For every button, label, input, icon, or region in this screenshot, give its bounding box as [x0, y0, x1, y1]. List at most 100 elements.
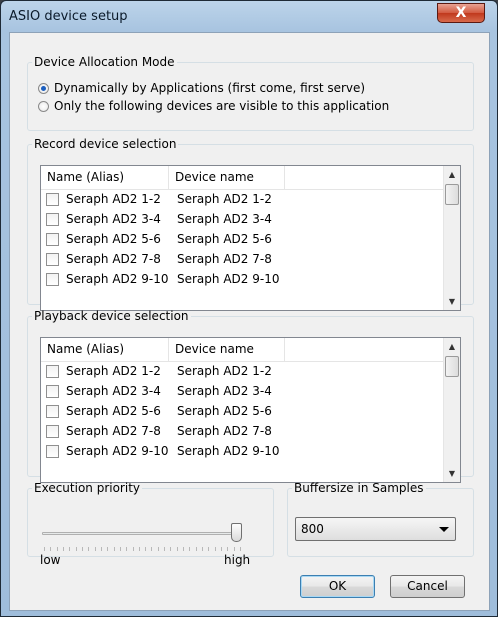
playback-scrollbar[interactable]: ▲ ▼ [443, 338, 460, 482]
radio-dynamic[interactable]: Dynamically by Applications (first come,… [38, 80, 365, 96]
record-row-alias: Seraph AD2 5-6 [66, 232, 161, 246]
priority-high-label: high [224, 553, 251, 567]
playback-row-device: Seraph AD2 3-4 [177, 384, 272, 398]
playback-row-device: Seraph AD2 5-6 [177, 404, 272, 418]
scroll-down-icon[interactable]: ▼ [444, 293, 460, 310]
buffersize-legend: Buffersize in Samples [294, 481, 424, 495]
record-scrollbar[interactable]: ▲ ▼ [443, 166, 460, 310]
slider-tick [107, 547, 109, 551]
playback-row[interactable]: Seraph AD2 7-8 Seraph AD2 7-8 [41, 422, 441, 441]
record-row[interactable]: Seraph AD2 3-4 Seraph AD2 3-4 [41, 210, 441, 229]
priority-slider-track[interactable] [42, 532, 242, 535]
playback-row-checkbox[interactable] [46, 425, 59, 438]
playback-row-checkbox[interactable] [46, 445, 59, 458]
slider-tick [233, 547, 235, 551]
playback-row[interactable]: Seraph AD2 3-4 Seraph AD2 3-4 [41, 382, 441, 401]
record-row[interactable]: Seraph AD2 1-2 Seraph AD2 1-2 [41, 190, 441, 209]
buffersize-value: 800 [301, 522, 324, 536]
slider-tick [81, 547, 83, 551]
playback-row-alias: Seraph AD2 1-2 [66, 364, 161, 378]
record-row-device: Seraph AD2 9-10 [177, 272, 280, 286]
record-list-header: Name (Alias) Device name [41, 166, 460, 190]
playback-row-alias: Seraph AD2 5-6 [66, 404, 161, 418]
record-row-checkbox[interactable] [46, 193, 59, 206]
slider-tick [132, 547, 134, 551]
slider-tick [227, 547, 229, 551]
scroll-up-icon[interactable]: ▲ [444, 166, 460, 183]
slider-tick [44, 547, 45, 551]
slider-tick [195, 547, 197, 551]
radio-only-following-indicator[interactable] [38, 100, 49, 112]
scroll-thumb[interactable] [445, 356, 459, 377]
radio-only-following[interactable]: Only the following devices are visible t… [38, 98, 389, 114]
playback-col-alias[interactable]: Name (Alias) [41, 338, 169, 361]
slider-tick [214, 547, 216, 551]
priority-low-label: low [40, 553, 61, 567]
record-device-legend: Record device selection [34, 137, 177, 151]
playback-row[interactable]: Seraph AD2 9-10 Seraph AD2 9-10 [41, 442, 441, 461]
playback-row-checkbox[interactable] [46, 405, 59, 418]
slider-tick [100, 547, 102, 551]
playback-row-alias: Seraph AD2 3-4 [66, 384, 161, 398]
slider-tick [202, 547, 204, 551]
record-row-checkbox[interactable] [46, 233, 59, 246]
slider-tick [208, 547, 210, 551]
record-device-group: Record device selection Name (Alias) Dev… [27, 137, 474, 311]
record-row[interactable]: Seraph AD2 7-8 Seraph AD2 7-8 [41, 250, 441, 269]
slider-tick [56, 547, 58, 551]
record-row-alias: Seraph AD2 9-10 [66, 272, 169, 286]
playback-device-list[interactable]: Name (Alias) Device name Seraph AD2 1-2 … [40, 337, 461, 483]
playback-row-device: Seraph AD2 9-10 [177, 444, 280, 458]
record-device-list[interactable]: Name (Alias) Device name Seraph AD2 1-2 … [40, 165, 461, 311]
scroll-thumb[interactable] [445, 184, 459, 205]
record-row-alias: Seraph AD2 1-2 [66, 192, 161, 206]
scroll-down-icon[interactable]: ▼ [444, 465, 460, 482]
radio-dynamic-label: Dynamically by Applications (first come,… [54, 81, 366, 95]
ok-button[interactable]: OK [300, 575, 375, 598]
close-button[interactable]: X [437, 3, 485, 23]
close-icon: X [455, 5, 467, 21]
record-col-alias[interactable]: Name (Alias) [41, 166, 169, 189]
slider-tick [69, 547, 71, 551]
slider-tick [88, 547, 90, 551]
radio-only-following-label: Only the following devices are visible t… [54, 99, 390, 113]
scroll-up-icon[interactable]: ▲ [444, 338, 460, 355]
chevron-down-icon[interactable] [439, 527, 449, 532]
cancel-button[interactable]: Cancel [390, 575, 465, 598]
record-row[interactable]: Seraph AD2 9-10 Seraph AD2 9-10 [41, 270, 441, 289]
slider-tick [176, 547, 178, 551]
playback-row-alias: Seraph AD2 7-8 [66, 424, 161, 438]
record-row-alias: Seraph AD2 7-8 [66, 252, 161, 266]
playback-row-alias: Seraph AD2 9-10 [66, 444, 169, 458]
slider-tick [50, 547, 52, 551]
playback-row-checkbox[interactable] [46, 365, 59, 378]
dialog-client: Device Allocation Mode Dynamically by Ap… [9, 32, 490, 611]
slider-tick [170, 547, 172, 551]
slider-tick [94, 547, 96, 551]
record-row-device: Seraph AD2 5-6 [177, 232, 272, 246]
slider-tick [75, 547, 77, 551]
playback-row[interactable]: Seraph AD2 1-2 Seraph AD2 1-2 [41, 362, 441, 381]
playback-device-group: Playback device selection Name (Alias) D… [27, 309, 474, 483]
allocation-mode-group: Device Allocation Mode Dynamically by Ap… [27, 55, 474, 131]
record-row[interactable]: Seraph AD2 5-6 Seraph AD2 5-6 [41, 230, 441, 249]
allocation-mode-legend: Device Allocation Mode [34, 55, 175, 69]
title-bar[interactable]: ASIO device setup X [1, 1, 497, 33]
buffersize-select[interactable]: 800 [295, 517, 456, 541]
record-row-checkbox[interactable] [46, 253, 59, 266]
playback-row-checkbox[interactable] [46, 385, 59, 398]
playback-col-device[interactable]: Device name [169, 338, 285, 361]
slider-tick [62, 547, 64, 551]
record-col-device[interactable]: Device name [169, 166, 285, 189]
playback-row[interactable]: Seraph AD2 5-6 Seraph AD2 5-6 [41, 402, 441, 421]
window-title: ASIO device setup [9, 9, 128, 24]
slider-tick [113, 547, 115, 551]
radio-dynamic-indicator[interactable] [38, 82, 49, 94]
slider-tick [151, 547, 153, 551]
record-row-checkbox[interactable] [46, 213, 59, 226]
playback-device-legend: Playback device selection [34, 309, 189, 323]
record-row-checkbox[interactable] [46, 273, 59, 286]
priority-slider-thumb[interactable] [231, 523, 242, 542]
asio-setup-window: ASIO device setup X Device Allocation Mo… [0, 0, 498, 617]
record-row-device: Seraph AD2 7-8 [177, 252, 272, 266]
